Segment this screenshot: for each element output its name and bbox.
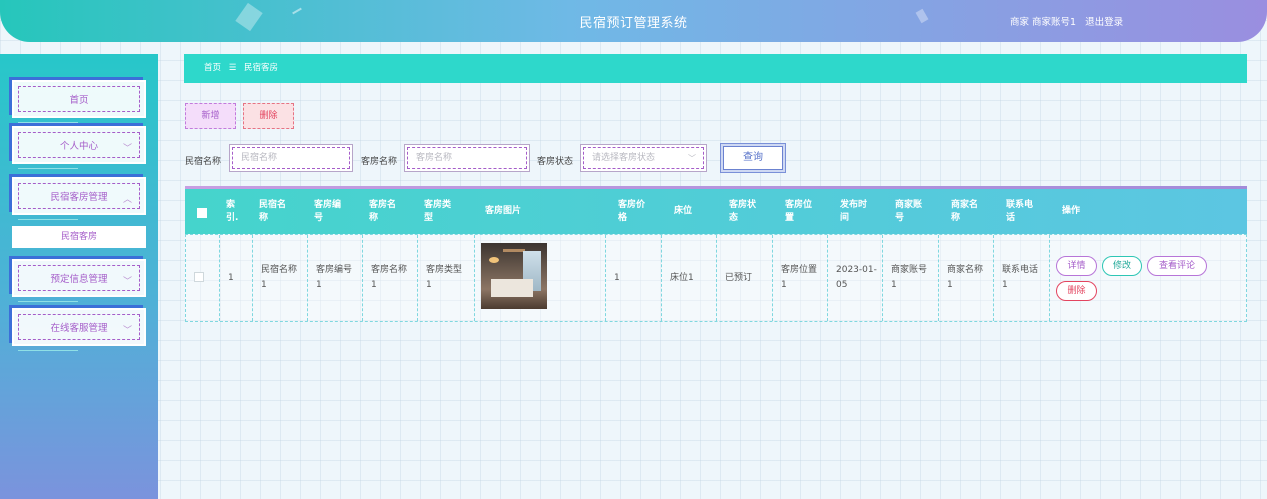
col-price: 客房价格 xyxy=(618,199,646,223)
user-info: 商家 商家账号1 退出登录 xyxy=(1010,14,1129,28)
homestay-name-input[interactable]: 民宿名称 xyxy=(232,147,350,169)
cell-room-no: 客房编号 1 xyxy=(307,235,362,321)
room-status-select[interactable]: 请选择客房状态 xyxy=(583,147,704,169)
col-publish-time: 发布时间 xyxy=(840,199,868,223)
cell-homestay-name: 民宿名称 1 xyxy=(252,235,307,321)
sidebar-item-home[interactable]: 首页 xyxy=(12,80,146,123)
col-phone: 联系电话 xyxy=(1006,199,1034,223)
edit-button[interactable]: 修改 xyxy=(1102,256,1142,276)
cell-bed: 床位1 xyxy=(661,235,716,321)
col-room-type: 客房类型 xyxy=(424,199,452,223)
top-header: 民宿预订管理系统 商家 商家账号1 退出登录 xyxy=(0,0,1267,42)
table-row: 1 民宿名称 1 客房编号 1 客房名称 1 客房类型 1 1 床位1 已预订 客房位置… xyxy=(185,234,1247,322)
query-button[interactable]: 查询 xyxy=(720,143,786,173)
room-name-label: 客房名称 xyxy=(361,157,398,167)
sidebar-item-label: 在线客服管理 xyxy=(18,314,140,340)
room-table: 索引. 民宿名称 客房编号 客房名称 客房类型 客房图片 客房价格 床位 客房状… xyxy=(185,186,1247,322)
cell-status: 已预订 xyxy=(716,235,772,321)
query-button-label: 查询 xyxy=(723,146,783,170)
sidebar: 首页 个人中心 ﹀ 民宿客房管理 ︿ 民宿客房 预定信息管理 ﹀ 在线客服管理 … xyxy=(0,54,158,499)
sidebar-item-label: 个人中心 xyxy=(18,132,140,158)
menu-decoration xyxy=(18,122,78,123)
cell-index: 1 xyxy=(219,235,252,321)
breadcrumb-current: 民宿客房 xyxy=(244,63,279,73)
homestay-name-input-wrap: 民宿名称 xyxy=(229,144,353,172)
chevron-down-icon: ﹀ xyxy=(122,277,132,287)
col-homestay-name: 民宿名称 xyxy=(259,199,287,223)
col-index: 索引. xyxy=(226,199,239,223)
sidebar-item-label: 预定信息管理 xyxy=(18,265,140,291)
add-button[interactable]: 新增 xyxy=(185,103,236,129)
sidebar-subitem-rooms[interactable]: 民宿客房 xyxy=(12,226,146,248)
sidebar-item-booking-management[interactable]: 预定信息管理 ﹀ xyxy=(12,259,146,302)
chevron-down-icon: ﹀ xyxy=(688,154,696,163)
room-status-label: 客房状态 xyxy=(537,157,574,167)
cell-price: 1 xyxy=(605,235,661,321)
room-name-input-wrap: 客房名称 xyxy=(404,144,530,172)
homestay-name-label: 民宿名称 xyxy=(185,157,222,167)
menu-decoration xyxy=(18,168,78,169)
row-checkbox-cell xyxy=(186,235,219,321)
cell-location: 客房位置 1 xyxy=(772,235,827,321)
cell-merchant-account: 商家账号 1 xyxy=(882,235,938,321)
cell-phone: 联系电话 1 xyxy=(993,235,1049,321)
row-checkbox[interactable] xyxy=(194,272,204,282)
breadcrumb-home[interactable]: 首页 xyxy=(204,63,221,73)
room-name-input[interactable]: 客房名称 xyxy=(407,147,527,169)
logout-link[interactable]: 退出登录 xyxy=(1085,17,1123,28)
col-room-name: 客房名称 xyxy=(369,199,397,223)
delete-button[interactable]: 删除 xyxy=(243,103,294,129)
menu-icon: ☰ xyxy=(228,63,237,73)
cell-publish-time: 2023-01- 05 xyxy=(827,235,882,321)
view-reviews-button[interactable]: 查看评论 xyxy=(1147,256,1207,276)
cell-room-name: 客房名称 1 xyxy=(362,235,417,321)
menu-decoration xyxy=(18,301,78,302)
chevron-down-icon: ﹀ xyxy=(122,144,132,154)
sidebar-item-label: 首页 xyxy=(18,86,140,112)
detail-button[interactable]: 详情 xyxy=(1056,256,1097,276)
chevron-down-icon: ﹀ xyxy=(122,326,132,336)
room-image[interactable] xyxy=(481,243,547,309)
room-status-select-wrap: 请选择客房状态 ﹀ xyxy=(580,144,707,172)
sidebar-item-room-management[interactable]: 民宿客房管理 ︿ xyxy=(12,177,146,220)
row-delete-button[interactable]: 删除 xyxy=(1056,281,1097,301)
col-location: 客房位置 xyxy=(785,199,813,223)
cell-actions: 详情 修改 查看评论 删除 xyxy=(1049,235,1246,321)
sidebar-item-personal-center[interactable]: 个人中心 ﹀ xyxy=(12,126,146,169)
col-room-no: 客房编号 xyxy=(314,199,342,223)
menu-decoration xyxy=(18,219,78,220)
chevron-up-icon: ︿ xyxy=(122,195,132,205)
col-status: 客房状态 xyxy=(729,199,757,223)
col-merchant-name: 商家名称 xyxy=(951,199,979,223)
cell-merchant-name: 商家名称 1 xyxy=(938,235,993,321)
col-merchant-account: 商家账号 xyxy=(895,199,923,223)
col-room-image: 客房图片 xyxy=(485,206,522,216)
col-bed: 床位 xyxy=(674,206,693,216)
select-all-checkbox[interactable] xyxy=(197,208,207,218)
sidebar-item-online-service[interactable]: 在线客服管理 ﹀ xyxy=(12,308,146,351)
breadcrumb: 首页 ☰ 民宿客房 xyxy=(184,54,1247,83)
cell-room-type: 客房类型 1 xyxy=(417,235,474,321)
table-header: 索引. 民宿名称 客房编号 客房名称 客房类型 客房图片 客房价格 床位 客房状… xyxy=(185,189,1247,234)
cell-room-image xyxy=(474,235,605,321)
menu-decoration xyxy=(18,350,78,351)
sidebar-item-label: 民宿客房管理 xyxy=(18,183,140,209)
col-actions: 操作 xyxy=(1062,206,1081,216)
user-label: 商家 商家账号1 xyxy=(1010,17,1077,28)
